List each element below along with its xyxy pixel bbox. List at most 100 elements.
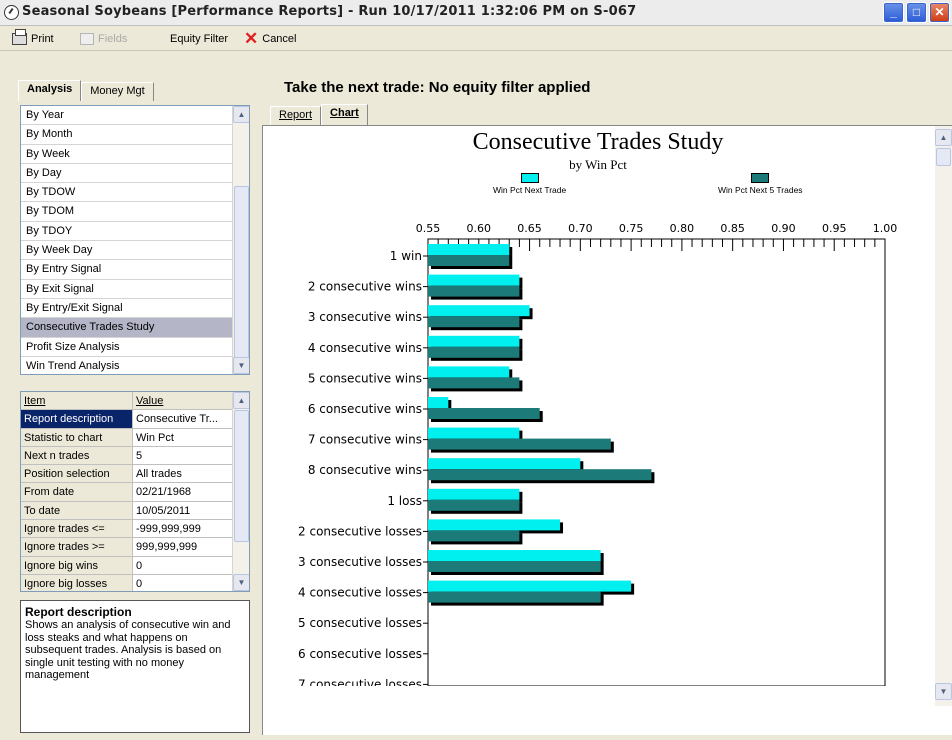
bar-series-1 — [428, 519, 561, 531]
app-icon — [4, 5, 19, 20]
print-label: Print — [31, 33, 54, 45]
scroll-up-icon[interactable]: ▲ — [935, 129, 952, 146]
tab-chart-label: Chart — [330, 107, 359, 119]
report-list-item[interactable]: By Entry Signal — [21, 260, 249, 280]
grid-cell-value[interactable]: 10/05/2011 — [133, 502, 233, 519]
grid-cell-item: Statistic to chart — [21, 428, 133, 446]
grid-cell-value[interactable]: All trades — [133, 465, 233, 482]
scroll-up-icon[interactable]: ▲ — [233, 106, 249, 123]
minimize-button[interactable]: _ — [883, 2, 904, 23]
tab-report[interactable]: Report — [270, 106, 322, 125]
category-label: 3 consecutive losses — [298, 555, 422, 569]
report-list-item[interactable]: By Year — [21, 106, 249, 126]
category-label: 3 consecutive wins — [308, 310, 422, 324]
report-list-item[interactable]: By Exit Signal — [21, 280, 249, 299]
grid-header-value[interactable]: Value — [133, 392, 233, 410]
grid-cell-value[interactable]: Win Pct — [133, 429, 233, 446]
report-list-item[interactable]: By Week Day — [21, 241, 249, 261]
report-list-item[interactable]: By TDOY — [21, 222, 249, 242]
grid-cell-item: Position selection — [21, 465, 133, 483]
bar-series-1 — [428, 580, 632, 592]
grid-cell-value[interactable]: -999,999,999 — [133, 520, 233, 537]
report-list-item[interactable]: By Week — [21, 145, 249, 164]
grid-row[interactable]: Ignore trades >= 999,999,999 — [21, 538, 249, 557]
fields-button[interactable]: Fields — [80, 31, 127, 47]
category-label: 2 consecutive losses — [298, 524, 422, 538]
bar-series-2 — [428, 316, 520, 328]
maximize-button[interactable]: □ — [906, 2, 927, 23]
grid-row[interactable]: Ignore big wins 0 — [21, 556, 249, 575]
bar-series-1 — [428, 274, 520, 286]
grid-cell-value[interactable]: 02/21/1968 — [133, 483, 233, 500]
report-list-items: By Year By Month By Week By Day By TDOW By TD… — [21, 106, 249, 374]
report-list: By Year By Month By Week By Day By TDOW By TD… — [20, 105, 250, 375]
fields-icon — [80, 33, 94, 45]
x-tick-label: 0.60 — [467, 222, 492, 235]
report-list-item[interactable]: By TDOM — [21, 202, 249, 222]
grid-cell-value[interactable]: 0 — [133, 557, 233, 574]
toolbar: Print Fields Equity Filter ✕ Cancel — [0, 27, 952, 51]
cancel-button[interactable]: ✕ Cancel — [244, 30, 297, 47]
grid-scrollbar[interactable]: ▲ ▼ — [232, 392, 249, 591]
grid-cell-item: Ignore big losses — [21, 574, 133, 591]
scroll-down-icon[interactable]: ▼ — [935, 683, 952, 700]
report-list-item[interactable]: By Day — [21, 164, 249, 184]
scroll-thumb[interactable] — [936, 148, 951, 166]
grid-cell-value[interactable]: Consecutive Tr... — [133, 410, 233, 427]
chart-scrollbar[interactable]: ▲ ▼ — [935, 126, 952, 706]
scroll-thumb[interactable] — [234, 186, 249, 358]
x-tick-label: 0.85 — [720, 222, 745, 235]
grid-row[interactable]: Position selection All trades — [21, 465, 249, 484]
grid-row[interactable]: Statistic to chart Win Pct — [21, 428, 249, 447]
bar-series-1 — [428, 397, 449, 408]
report-list-item[interactable]: Win Trend Analysis — [21, 357, 249, 374]
close-button[interactable]: ✕ — [929, 2, 950, 23]
tab-analysis[interactable]: Analysis — [18, 80, 82, 101]
scroll-thumb[interactable] — [234, 410, 249, 542]
report-list-item[interactable]: By Month — [21, 125, 249, 145]
report-list-item[interactable]: Profit Size Analysis — [21, 338, 249, 357]
bar-series-1 — [428, 458, 581, 470]
tab-chart[interactable]: Chart — [321, 104, 368, 125]
grid-cell-value[interactable]: 0 — [133, 575, 233, 591]
scroll-down-icon[interactable]: ▼ — [233, 574, 249, 591]
grid-row[interactable]: To date 10/05/2011 — [21, 501, 249, 521]
report-list-scrollbar[interactable]: ▲ ▼ — [232, 106, 249, 374]
report-list-item[interactable]: By TDOW — [21, 183, 249, 203]
tab-analysis-label: Analysis — [27, 83, 73, 95]
category-label: 5 consecutive wins — [308, 371, 422, 385]
bar-series-1 — [428, 427, 520, 439]
grid-row[interactable]: Ignore trades <= -999,999,999 — [21, 520, 249, 539]
print-button[interactable]: Print — [12, 29, 54, 47]
category-label: 7 consecutive wins — [308, 433, 422, 447]
bar-series-2 — [428, 591, 601, 603]
scroll-down-icon[interactable]: ▼ — [233, 357, 249, 374]
grid-cell-value[interactable]: 5 — [133, 447, 233, 464]
x-tick-label: 0.75 — [619, 222, 644, 235]
grid-row[interactable]: From date 02/21/1968 — [21, 483, 249, 502]
settings-grid: Item Value Report description Consecutive… — [20, 391, 250, 592]
grid-row[interactable]: Ignore big losses 0 — [21, 574, 249, 591]
grid-cell-item: Ignore big wins — [21, 556, 133, 574]
report-list-item[interactable]: Consecutive Trades Study — [21, 318, 249, 338]
grid-row[interactable]: Report description Consecutive Tr... — [21, 410, 249, 429]
scroll-up-icon[interactable]: ▲ — [233, 392, 249, 409]
grid-header-item[interactable]: Item — [21, 392, 133, 410]
right-tab-strip: Report Chart — [270, 104, 368, 126]
equity-filter-button[interactable]: Equity Filter — [170, 31, 228, 47]
grid-rows: Report description Consecutive Tr... Stati… — [21, 410, 249, 591]
fields-label: Fields — [98, 33, 128, 45]
x-tick-label: 0.65 — [517, 222, 542, 235]
grid-cell-value[interactable]: 999,999,999 — [133, 538, 233, 555]
bar-series-2 — [428, 377, 520, 389]
description-box: Report description Shows an analysis of … — [20, 600, 250, 733]
x-tick-label: 0.55 — [416, 222, 441, 235]
category-label: 6 consecutive losses — [298, 647, 422, 661]
tab-money-mgt[interactable]: Money Mgt — [81, 82, 154, 101]
grid-row[interactable]: Next n trades 5 — [21, 446, 249, 466]
report-list-item[interactable]: By Entry/Exit Signal — [21, 299, 249, 319]
tab-report-label: Report — [279, 109, 313, 121]
bar-series-1 — [428, 488, 520, 500]
page-headline: Take the next trade: No equity filter ap… — [284, 79, 591, 96]
category-label: 1 win — [390, 249, 422, 263]
